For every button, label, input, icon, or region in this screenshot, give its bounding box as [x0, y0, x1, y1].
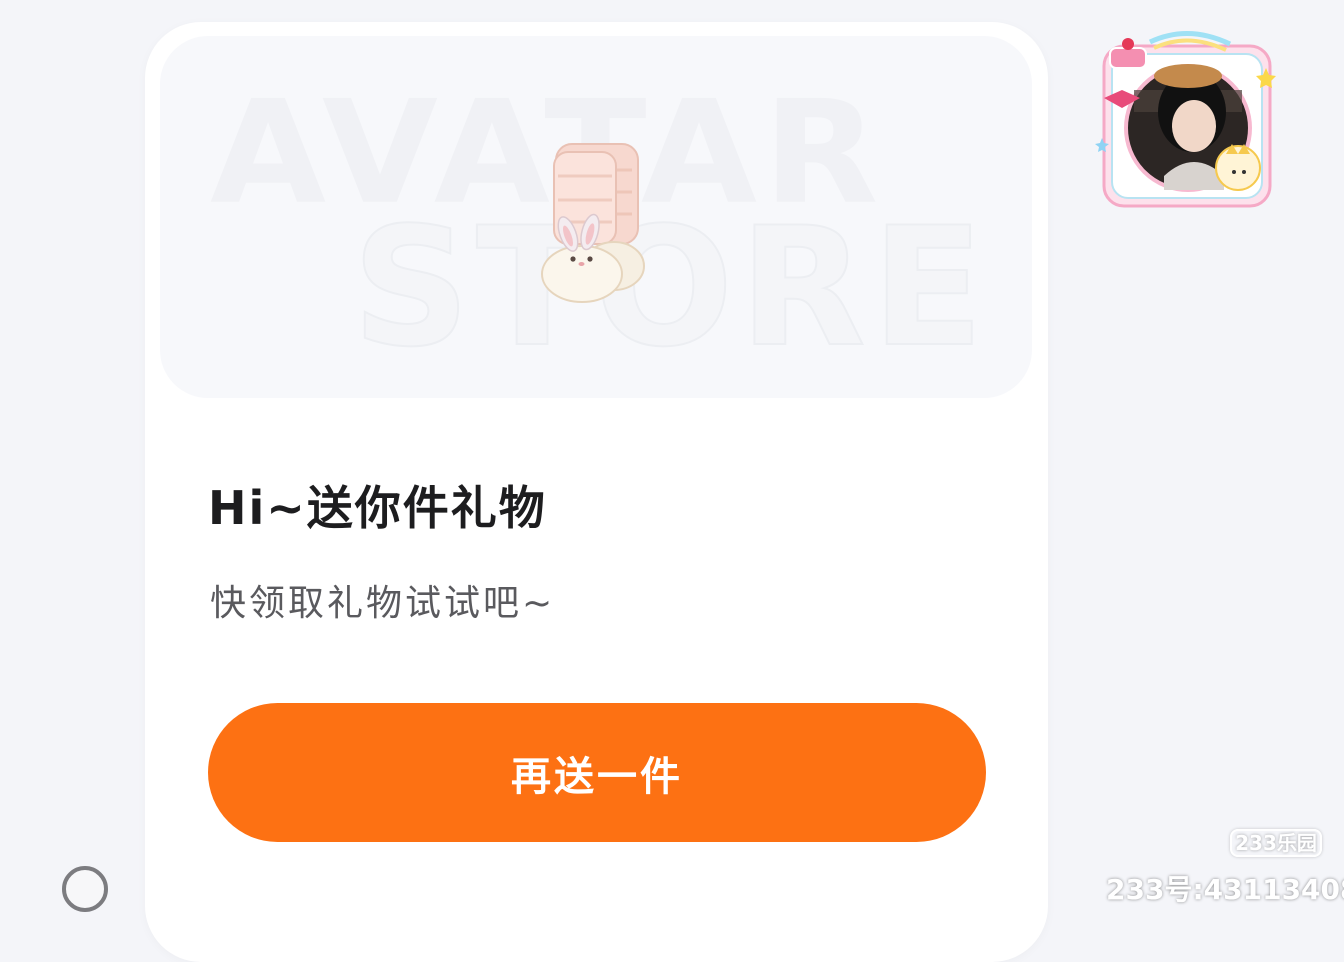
account-id-watermark: 233号:431134082	[1106, 873, 1344, 906]
site-watermark-badge: 233乐园	[1230, 829, 1322, 857]
avatar[interactable]	[1090, 28, 1286, 214]
send-another-button[interactable]: 再送一件	[208, 703, 986, 842]
bunny-slipper-icon	[541, 143, 645, 303]
banner-watermark-store: STORE	[351, 192, 990, 383]
radio-circle-icon[interactable]	[62, 866, 108, 912]
gift-subtitle: 快领取礼物试试吧~	[210, 583, 556, 624]
gift-title: Hi~送你件礼物	[208, 481, 547, 535]
